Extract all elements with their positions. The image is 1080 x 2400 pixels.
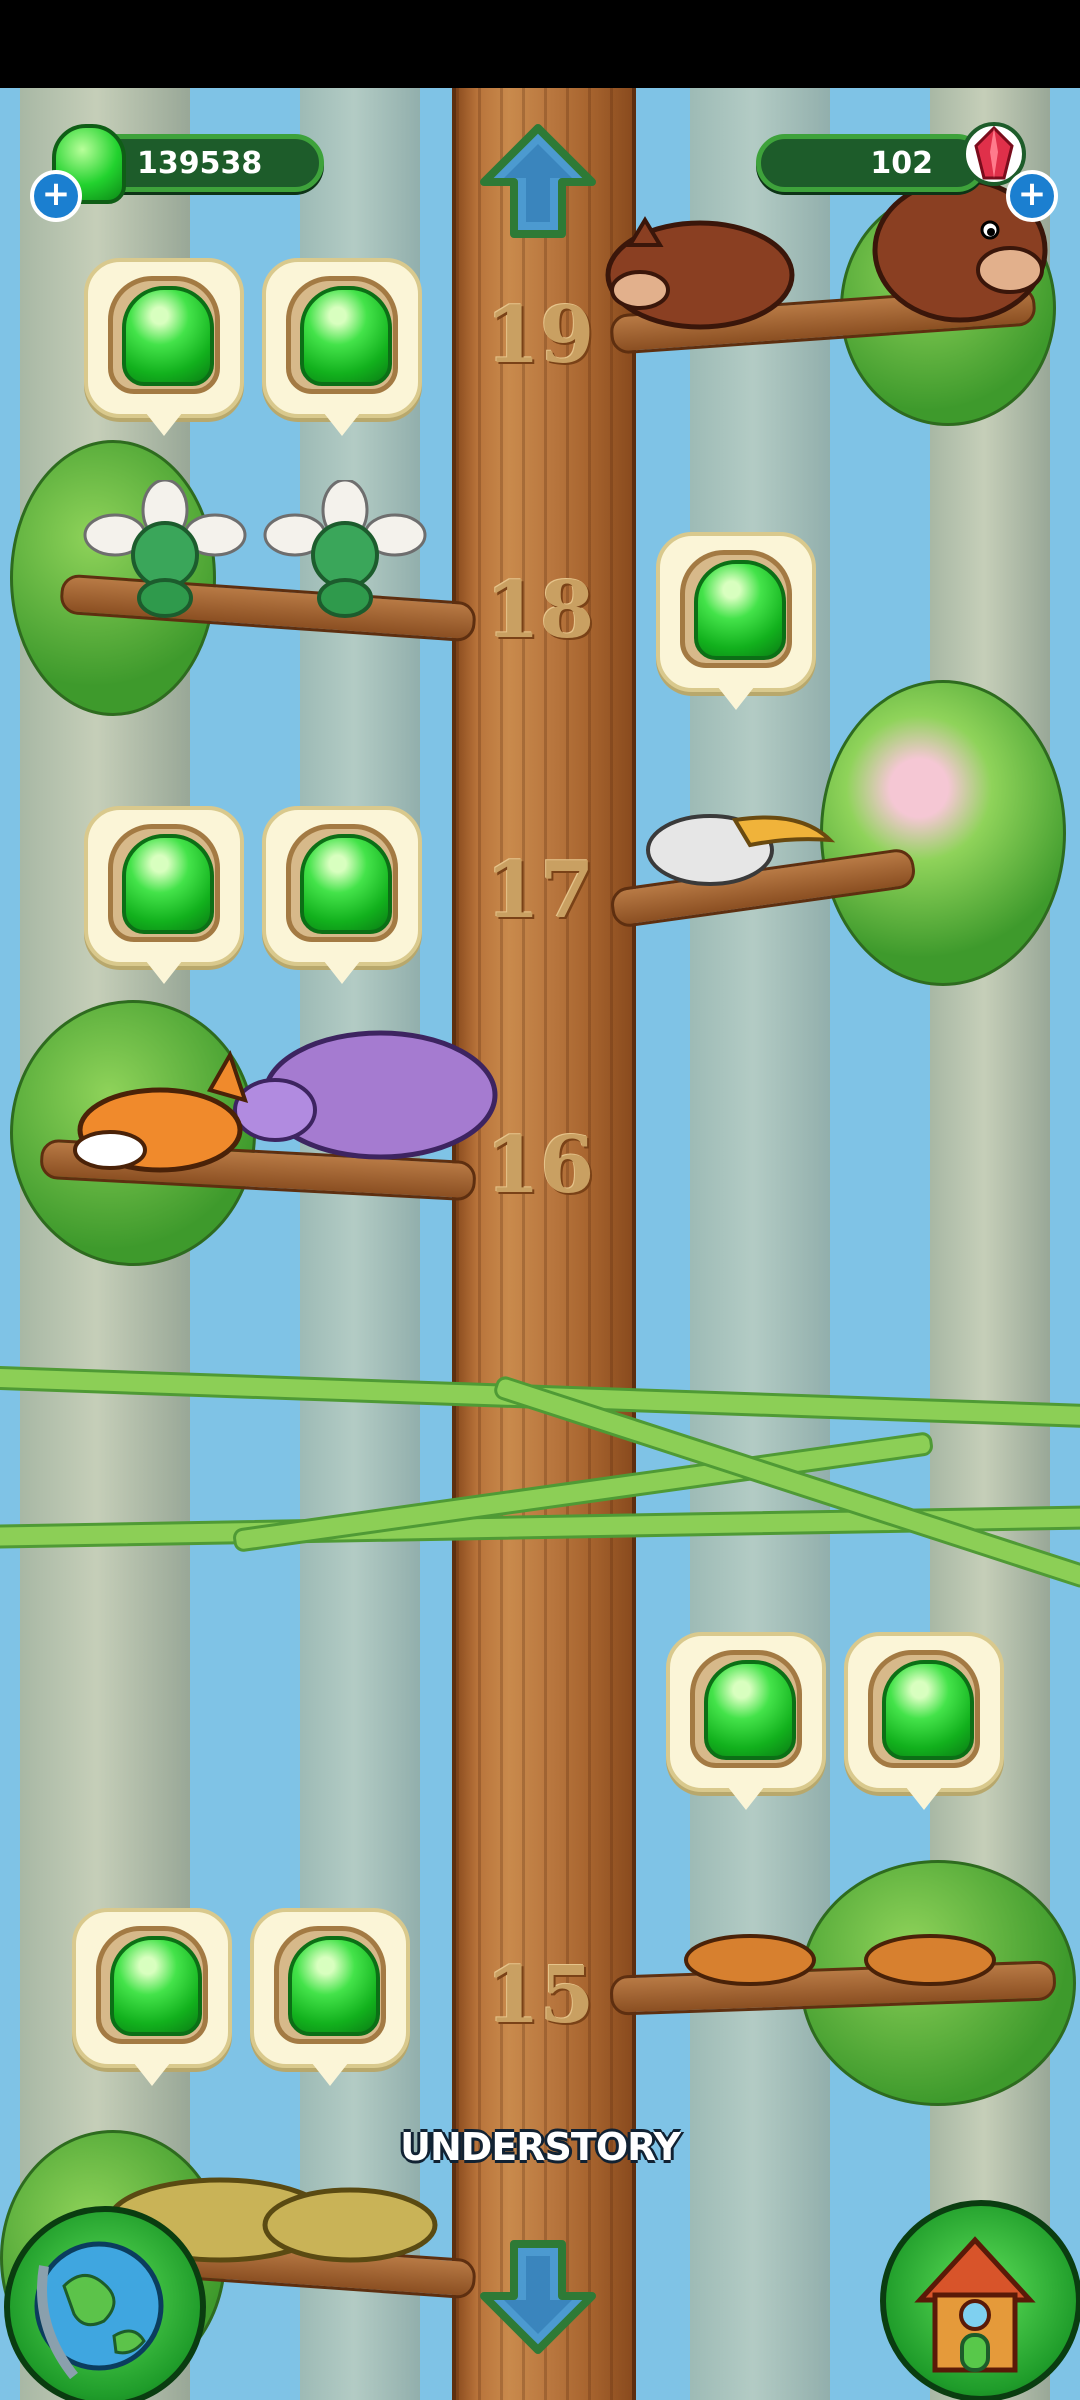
green-gem-icon: [882, 1660, 974, 1760]
green-gem-icon: [110, 1936, 202, 2036]
flower-sprite[interactable]: [80, 480, 250, 620]
main-tree-trunk: [452, 88, 636, 2400]
game-screen: 19 18 17 16 15 139538 + 102 + UNDERSTORY: [0, 0, 1080, 2400]
green-gem-icon: [300, 286, 392, 386]
green-gem-icon: [122, 834, 214, 934]
hornbill-bird[interactable]: [640, 785, 840, 895]
flower-sprite[interactable]: [260, 480, 430, 620]
level-number-17: 17: [485, 845, 595, 936]
small-creature-sleeping[interactable]: [860, 1920, 1000, 1990]
add-gems-button[interactable]: +: [30, 170, 82, 222]
gem-bubble[interactable]: [656, 532, 816, 710]
world-map-button[interactable]: [4, 2206, 206, 2400]
down-arrow-icon[interactable]: [478, 2236, 598, 2356]
gem-bubble[interactable]: [262, 806, 422, 984]
foliage: [820, 680, 1066, 986]
fox-sleeping[interactable]: [70, 1050, 260, 1180]
hippo-sleeping[interactable]: [230, 1020, 500, 1170]
green-gem-icon: [288, 1936, 380, 2036]
green-gem-icon: [704, 1660, 796, 1760]
home-button[interactable]: [880, 2200, 1080, 2400]
gem-bubble[interactable]: [84, 806, 244, 984]
green-gem-icon: [694, 560, 786, 660]
level-number-18: 18: [485, 565, 595, 656]
area-name-label: UNDERSTORY: [400, 2125, 681, 2169]
gem-bubble[interactable]: [844, 1632, 1004, 1810]
globe-icon: [34, 2241, 164, 2380]
up-arrow-icon[interactable]: [478, 122, 598, 242]
gem-bubble[interactable]: [250, 1908, 410, 2086]
small-creature-sleeping[interactable]: [680, 1920, 820, 1990]
crystal-counter: 102: [756, 134, 986, 192]
background-tree: [690, 88, 830, 2400]
gem-count: 139538: [137, 145, 263, 181]
gem-bubble[interactable]: [84, 258, 244, 436]
boar-sleeping[interactable]: [600, 205, 810, 335]
gem-bubble[interactable]: [262, 258, 422, 436]
level-number-19: 19: [485, 290, 595, 381]
gem-bubble[interactable]: [72, 1908, 232, 2086]
green-gem-icon: [300, 834, 392, 934]
status-bar: [0, 0, 1080, 88]
add-crystals-button[interactable]: +: [1006, 170, 1058, 222]
gem-bubble[interactable]: [666, 1632, 826, 1810]
level-number-15: 15: [485, 1950, 595, 2041]
green-gem-icon: [122, 286, 214, 386]
house-icon: [914, 2236, 1036, 2373]
crystal-count: 102: [870, 145, 933, 181]
